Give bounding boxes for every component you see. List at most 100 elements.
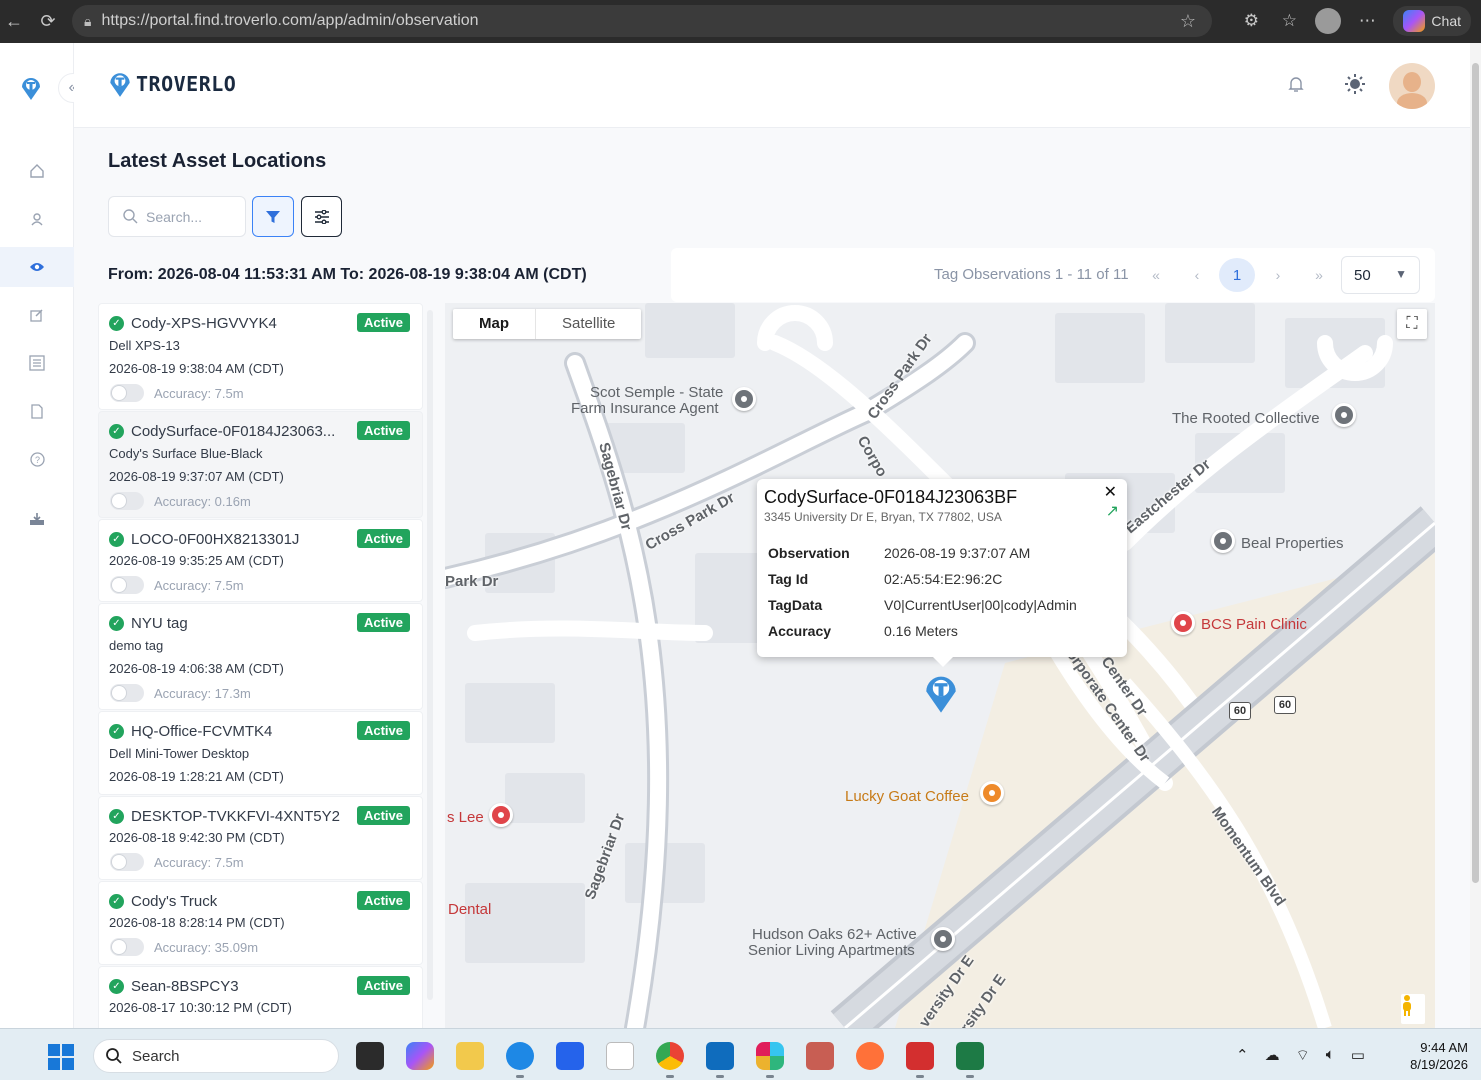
poi-marker-icon[interactable]: [1332, 403, 1356, 427]
external-link-icon[interactable]: ↗: [1106, 501, 1119, 521]
brand-logo[interactable]: TROVERLO: [108, 70, 236, 98]
excel-icon[interactable]: [956, 1042, 984, 1078]
chrome-icon[interactable]: [656, 1042, 684, 1078]
page-size-select[interactable]: 50 ▼: [1341, 256, 1420, 294]
search-input[interactable]: [146, 208, 236, 225]
file-explorer-icon[interactable]: [456, 1042, 484, 1070]
taskbar-clock[interactable]: 9:44 AM 8/19/2026: [1400, 1039, 1468, 1073]
profile-avatar[interactable]: [1315, 8, 1342, 34]
list-scrollbar[interactable]: [427, 310, 433, 1000]
snipping-tool-icon[interactable]: [806, 1042, 834, 1070]
map-visibility-toggle[interactable]: [110, 938, 144, 956]
sidebar-item-edit[interactable]: [0, 295, 74, 335]
info-popup: CodySurface-0F0184J23063BF 3345 Universi…: [757, 479, 1127, 667]
map-type-map-button[interactable]: Map: [453, 309, 536, 339]
first-page-icon[interactable]: «: [1141, 260, 1171, 290]
edit-icon: [30, 309, 43, 322]
svg-text:?: ?: [34, 455, 39, 465]
back-icon[interactable]: ←: [0, 7, 28, 35]
poi-marker-icon[interactable]: [1211, 529, 1235, 553]
status-badge: Active: [356, 313, 410, 332]
copilot-chat-button[interactable]: Chat: [1393, 6, 1471, 36]
slack-icon[interactable]: [756, 1042, 784, 1078]
prev-page-icon[interactable]: ‹: [1182, 260, 1212, 290]
street-view-pegman-icon[interactable]: [1401, 994, 1425, 1024]
task-view-icon[interactable]: [356, 1042, 384, 1070]
column-settings-button[interactable]: [301, 196, 342, 237]
page-scrollbar[interactable]: [1470, 43, 1481, 1028]
sidebar-item-observations[interactable]: [0, 247, 74, 287]
favorites-icon[interactable]: ☆: [1277, 11, 1301, 31]
asset-card[interactable]: ✓ Cody's Truck Active 2026-08-18 8:28:14 …: [98, 881, 423, 965]
current-page-button[interactable]: 1: [1219, 258, 1255, 292]
asset-time: 2026-08-19 9:37:07 AM (CDT): [109, 469, 284, 484]
volume-icon[interactable]: 🔈︎: [1326, 1046, 1335, 1065]
chevron-up-icon[interactable]: ⌃: [1236, 1046, 1249, 1065]
asset-card[interactable]: ✓ HQ-Office-FCVMTK4 Active Dell Mini-Towe…: [98, 711, 423, 795]
poi-marker-icon[interactable]: [931, 927, 955, 951]
microsoft-store-icon[interactable]: [556, 1042, 584, 1070]
outlook-icon[interactable]: [706, 1042, 734, 1078]
asset-card[interactable]: ✓ Sean-8BSPCY3 Active 2026-08-17 10:30:12…: [98, 966, 423, 1028]
taskbar-search[interactable]: Search: [93, 1039, 339, 1073]
asset-card[interactable]: ✓ Cody-XPS-HGVVYK4 Active Dell XPS-13 202…: [98, 303, 423, 410]
check-circle-icon: ✓: [109, 894, 124, 909]
sidebar-item-list[interactable]: [0, 343, 74, 383]
firefox-icon[interactable]: [856, 1042, 884, 1070]
theme-toggle-sun-icon[interactable]: [1344, 73, 1366, 101]
user-avatar[interactable]: [1389, 63, 1435, 109]
map-type-satellite-button[interactable]: Satellite: [536, 309, 641, 339]
fullscreen-icon[interactable]: ⛶: [1397, 309, 1427, 339]
poi-label: Dental: [448, 901, 492, 918]
address-bar[interactable]: 🔒︎ https://portal.find.troverlo.com/app/…: [72, 5, 1212, 37]
pagination-summary: Tag Observations 1 - 11 of 11: [934, 266, 1129, 283]
asset-card[interactable]: ✓ NYU tag Active demo tag 2026-08-19 4:06…: [98, 603, 423, 710]
more-menu-icon[interactable]: ⋯: [1355, 11, 1379, 31]
asset-name: HQ-Office-FCVMTK4: [131, 723, 273, 740]
map-visibility-toggle[interactable]: [110, 492, 144, 510]
sidebar-item-documents[interactable]: [0, 391, 74, 431]
troverlo-logo-icon[interactable]: [20, 75, 42, 106]
notepad-icon[interactable]: [606, 1042, 634, 1070]
asset-card[interactable]: ✓ CodySurface-0F0184J23063... Active Cody…: [98, 411, 423, 518]
map-visibility-toggle[interactable]: [110, 384, 144, 402]
refresh-icon[interactable]: ⟳: [34, 7, 62, 35]
medical-poi-icon[interactable]: [1171, 611, 1195, 635]
windows-start-icon[interactable]: [48, 1044, 74, 1070]
medical-poi-icon[interactable]: [489, 803, 513, 827]
extensions-icon[interactable]: ⚙: [1239, 11, 1263, 31]
acrobat-icon[interactable]: [906, 1042, 934, 1078]
copilot-app-icon[interactable]: [406, 1042, 434, 1070]
sidebar-item-help[interactable]: ?: [0, 439, 74, 479]
edge-browser-icon[interactable]: [506, 1042, 534, 1078]
filter-button[interactable]: [252, 196, 294, 237]
download-icon: [30, 513, 44, 525]
asset-time: 2026-08-19 9:38:04 AM (CDT): [109, 361, 284, 376]
notifications-bell-icon[interactable]: [1288, 75, 1304, 98]
map[interactable]: Map Satellite ⛶ Scot Semple - State Farm…: [445, 303, 1435, 1028]
lock-icon: 🔒︎: [84, 12, 92, 29]
map-visibility-toggle[interactable]: [110, 684, 144, 702]
battery-icon[interactable]: ▭: [1351, 1046, 1365, 1065]
close-icon[interactable]: ✕: [1104, 482, 1117, 502]
popup-address: 3345 University Dr E, Bryan, TX 77802, U…: [764, 510, 1002, 524]
poi-label: Hudson Oaks 62+ Active: [752, 926, 917, 943]
poi-marker-icon[interactable]: [732, 387, 756, 411]
onedrive-icon[interactable]: ☁: [1265, 1046, 1280, 1065]
wifi-icon[interactable]: ⌔: [1296, 1046, 1310, 1065]
map-visibility-toggle[interactable]: [110, 853, 144, 871]
favorite-star-icon[interactable]: ☆: [1180, 11, 1196, 32]
search-field[interactable]: [108, 196, 246, 237]
last-page-icon[interactable]: »: [1304, 260, 1334, 290]
asset-card[interactable]: ✓ LOCO-0F00HX8213301J Active 2026-08-19 9…: [98, 519, 423, 602]
coffee-poi-icon[interactable]: [980, 781, 1004, 805]
asset-card[interactable]: ✓ DESKTOP-TVKKFVI-4XNT5Y2 Active 2026-08-…: [98, 796, 423, 880]
map-visibility-toggle[interactable]: [110, 576, 144, 594]
sidebar-item-home[interactable]: [0, 151, 74, 191]
search-icon: [106, 1048, 122, 1064]
sidebar-item-users[interactable]: [0, 199, 74, 239]
sidebar-item-download[interactable]: [0, 499, 74, 539]
next-page-icon[interactable]: ›: [1263, 260, 1293, 290]
brand-name: TROVERLO: [136, 72, 237, 96]
check-circle-icon: ✓: [109, 424, 124, 439]
